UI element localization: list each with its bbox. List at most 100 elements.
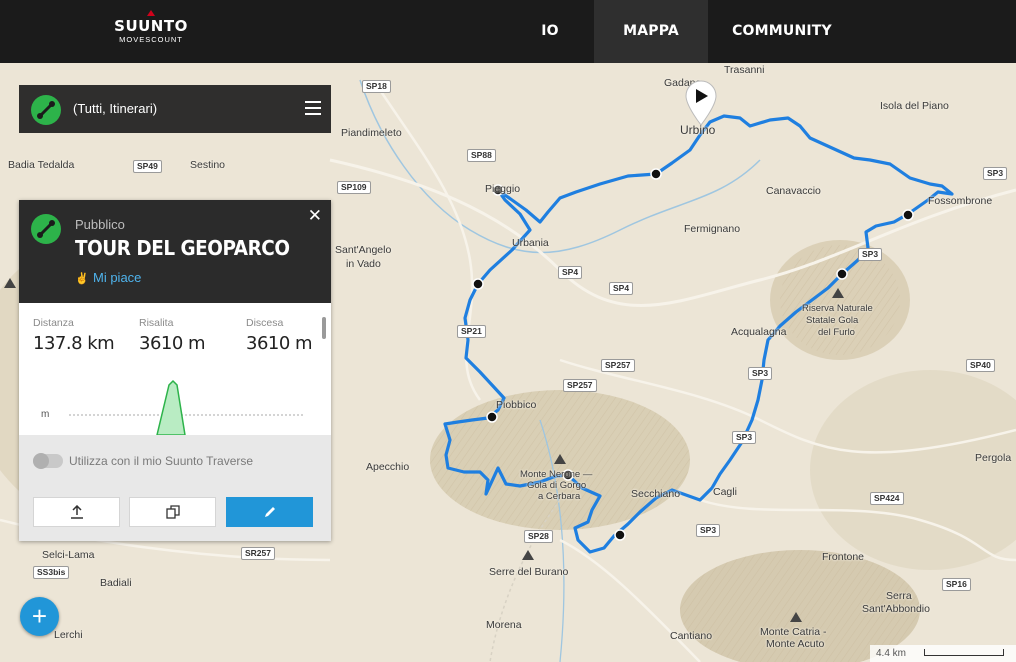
- place-label: Monte Catria -: [760, 626, 827, 638]
- place-label: Fermignano: [684, 223, 741, 235]
- suunto-logo[interactable]: SUUNTO MOVESCOUNT: [110, 10, 192, 45]
- nav-io[interactable]: IO: [510, 0, 590, 63]
- road-badge: SP424: [870, 492, 904, 505]
- add-button[interactable]: +: [20, 597, 59, 636]
- road-badge: SP257: [601, 359, 635, 372]
- graph-unit-label: m: [41, 409, 50, 420]
- stat-value: 3610 m: [139, 333, 206, 354]
- place-label: Frontone: [822, 551, 865, 563]
- route-title: TOUR DEL GEOPARCO: [75, 236, 290, 260]
- stat-label: Risalita: [139, 317, 174, 329]
- nav-community[interactable]: COMMUNITY: [722, 0, 842, 63]
- place-label: Badiali: [100, 577, 132, 589]
- place-label: Canavaccio: [766, 185, 821, 197]
- place-label: in Vado: [346, 258, 381, 270]
- like-button[interactable]: ✌ Mi piace: [75, 270, 141, 285]
- place-label: Secchiano: [631, 488, 681, 500]
- place-label: Riserva Naturale: [802, 303, 873, 314]
- stat-label: Distanza: [33, 317, 74, 329]
- pencil-icon: [264, 507, 275, 517]
- stat-descent: Discesa 3610 m: [246, 317, 313, 354]
- map-scale: 4.4 km: [870, 645, 1016, 662]
- route-panel-header: Pubblico TOUR DEL GEOPARCO ✌ Mi piace ✕: [19, 200, 331, 303]
- road-badge: SP3: [983, 167, 1008, 180]
- thumbs-up-icon: ✌: [75, 273, 89, 285]
- place-label: Isola del Piano: [880, 100, 949, 112]
- place-label: Urbania: [512, 237, 549, 249]
- filter-label: (Tutti, Itinerari): [73, 101, 158, 116]
- place-label: Morena: [486, 619, 522, 631]
- nav-mappa[interactable]: MAPPA: [594, 0, 708, 63]
- road-badge: SP3: [748, 367, 773, 380]
- place-label: Monte Acuto: [766, 638, 825, 650]
- elevation-graph: m: [33, 373, 323, 436]
- place-label: del Furlo: [818, 327, 855, 338]
- road-badge: SS3bis: [33, 566, 70, 579]
- road-badge: SP16: [942, 578, 971, 591]
- road-badge: SP109: [337, 181, 371, 194]
- traverse-label: Utilizza con il mio Suunto Traverse: [69, 454, 254, 468]
- place-label: Lerchi: [54, 629, 83, 641]
- filter-bar[interactable]: (Tutti, Itinerari): [19, 85, 331, 133]
- logo-triangle-icon: [147, 10, 155, 16]
- road-badge: SP3: [732, 431, 757, 444]
- start-pin-icon[interactable]: [684, 80, 718, 126]
- place-label: Sestino: [190, 159, 226, 171]
- logo-sub-text: MOVESCOUNT: [119, 35, 183, 44]
- visibility-label: Pubblico: [75, 217, 125, 232]
- place-label: Apecchio: [366, 461, 410, 473]
- road-badge: SP18: [362, 80, 391, 93]
- route-panel-footer: Utilizza con il mio Suunto Traverse: [19, 435, 331, 541]
- place-label: Sant'Angelo: [335, 244, 392, 256]
- place-label: Acqualagna: [731, 326, 787, 338]
- panel-scrollbar[interactable]: [322, 317, 326, 339]
- traverse-toggle[interactable]: [33, 453, 63, 469]
- elevation-profile: [69, 379, 305, 436]
- stat-ascent: Risalita 3610 m: [139, 317, 206, 354]
- route-icon: [31, 95, 61, 125]
- like-label: Mi piace: [93, 270, 142, 285]
- place-label: Pieggio: [485, 183, 521, 195]
- toggle-knob: [33, 453, 49, 469]
- route-icon: [31, 214, 61, 244]
- place-label: Trasanni: [724, 64, 765, 76]
- plus-icon: +: [31, 601, 48, 631]
- route-detail-panel: Pubblico TOUR DEL GEOPARCO ✌ Mi piace ✕ D…: [19, 200, 331, 541]
- edit-button[interactable]: [226, 497, 313, 527]
- stat-value: 137.8 km: [33, 333, 115, 354]
- place-label: Pergola: [975, 452, 1012, 464]
- place-label: Serra: [886, 590, 912, 602]
- stat-value: 3610 m: [246, 333, 313, 354]
- road-badge: SR257: [241, 547, 275, 560]
- road-badge: SP3: [696, 524, 721, 537]
- place-label: Monte Nerone —: [520, 469, 593, 480]
- place-label: Fossombrone: [928, 195, 993, 207]
- place-label: Gola di Gorgo: [527, 480, 587, 491]
- place-label: Serre del Burano: [489, 566, 569, 578]
- upload-icon: [70, 505, 83, 519]
- stat-distance: Distanza 137.8 km: [33, 317, 115, 354]
- stat-label: Discesa: [246, 317, 284, 329]
- hamburger-icon[interactable]: [305, 101, 321, 119]
- road-badge: SP88: [467, 149, 496, 162]
- place-label: Piobbico: [496, 399, 537, 411]
- share-button[interactable]: [33, 497, 120, 527]
- road-badge: SP4: [558, 266, 583, 279]
- logo-main-text: SUUNTO: [114, 17, 188, 35]
- place-label: a Cerbara: [538, 491, 581, 502]
- place-label: Piandimeleto: [341, 127, 402, 139]
- close-icon[interactable]: ✕: [308, 206, 322, 226]
- scale-bar: [924, 649, 1004, 656]
- place-label: Selci-Lama: [42, 549, 95, 561]
- place-label: Badia Tedalda: [8, 159, 75, 171]
- scale-label: 4.4 km: [876, 648, 907, 659]
- road-badge: SP3: [858, 248, 883, 261]
- road-badge: SP4: [609, 282, 634, 295]
- top-nav-bar: SUUNTO MOVESCOUNT IO MAPPA COMMUNITY: [0, 0, 1016, 63]
- road-badge: SP257: [563, 379, 597, 392]
- copy-button[interactable]: [129, 497, 216, 527]
- copy-icon: [165, 505, 180, 519]
- place-label: Cantiano: [670, 630, 713, 642]
- road-badge: SP49: [133, 160, 162, 173]
- road-badge: SP40: [966, 359, 995, 372]
